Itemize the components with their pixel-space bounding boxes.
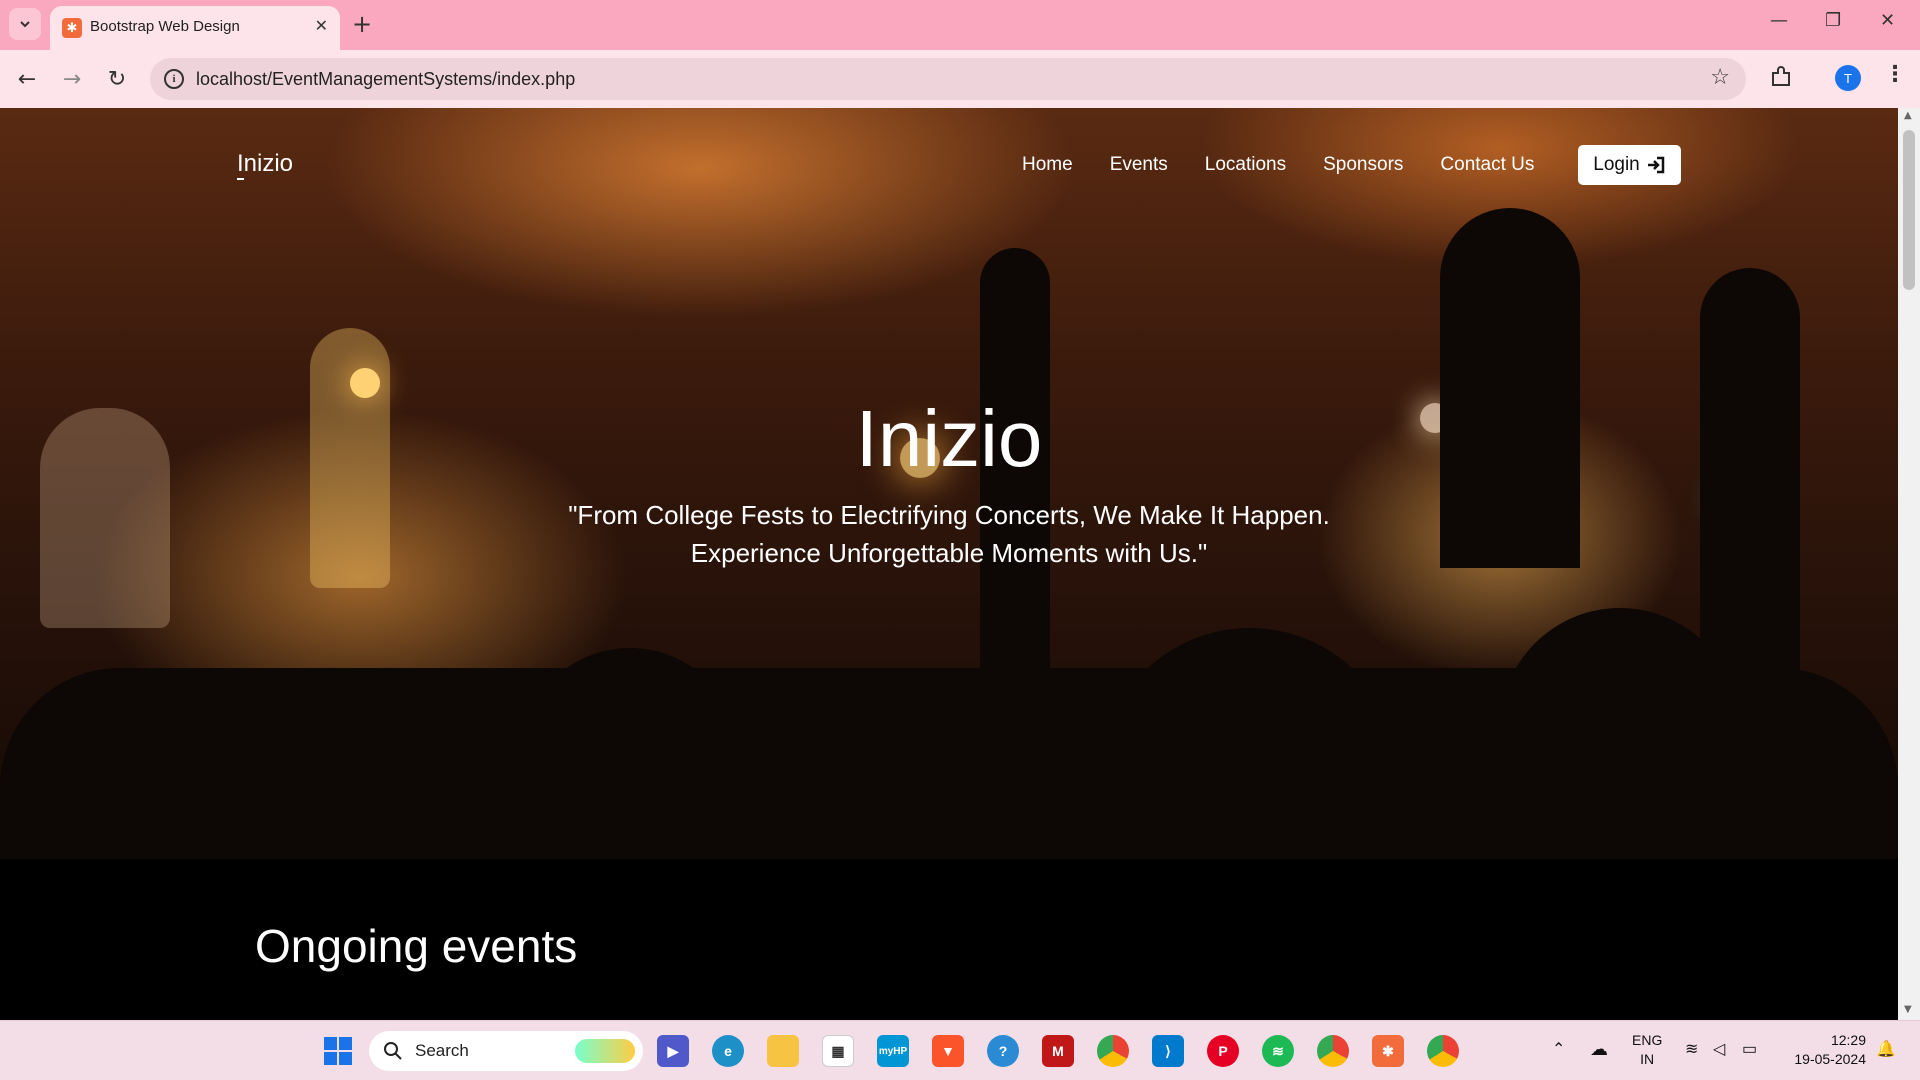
hero-title: Inizio xyxy=(855,394,1043,483)
chrome-active-icon[interactable] xyxy=(1427,1035,1459,1067)
xampp-icon[interactable]: ✱ xyxy=(1372,1035,1404,1067)
login-arrow-icon xyxy=(1647,156,1664,174)
tab-title: Bootstrap Web Design xyxy=(90,18,240,35)
address-bar[interactable]: i localhost/EventManagementSystems/index… xyxy=(150,58,1746,100)
crowd-head xyxy=(1500,608,1740,859)
onedrive-icon[interactable]: ☁ xyxy=(1590,1039,1608,1060)
teams-meet-icon[interactable]: ▶ xyxy=(657,1035,689,1067)
close-window-icon[interactable]: ✕ xyxy=(1880,10,1895,31)
profile-avatar[interactable]: T xyxy=(1835,65,1861,91)
edge-icon[interactable]: e xyxy=(712,1035,744,1067)
bookmark-star-icon[interactable]: ☆ xyxy=(1710,65,1730,90)
browser-tab[interactable]: ✱ Bootstrap Web Design ✕ xyxy=(50,6,340,50)
pinterest-icon[interactable]: P xyxy=(1207,1035,1239,1067)
browser-toolbar: ← → ↻ i localhost/EventManagementSystems… xyxy=(0,50,1920,108)
xampp-favicon-icon: ✱ xyxy=(62,18,82,38)
scroll-thumb[interactable] xyxy=(1903,130,1915,290)
page-scrollbar[interactable]: ▲ ▼ xyxy=(1898,108,1920,1020)
crowd-head xyxy=(1100,628,1400,859)
spotify-icon[interactable]: ≋ xyxy=(1262,1035,1294,1067)
section-title: Ongoing events xyxy=(255,920,578,972)
crowd-head xyxy=(520,648,740,859)
language-line-1: ENG xyxy=(1632,1032,1663,1048)
main-nav: Home Events Locations Sponsors Contact U… xyxy=(1022,154,1534,176)
scroll-up-icon[interactable]: ▲ xyxy=(1904,110,1912,121)
taskbar-search-label: Search xyxy=(415,1041,469,1060)
browser-menu-icon[interactable]: ⋮ xyxy=(1884,62,1906,87)
browser-tab-bar: ✱ Bootstrap Web Design ✕ + — ❐ ✕ xyxy=(0,0,1920,50)
clock-date: 19-05-2024 xyxy=(1794,1051,1866,1067)
page-viewport: Inizio Home Events Locations Sponsors Co… xyxy=(0,108,1898,1020)
wifi-icon[interactable]: ≋ xyxy=(1685,1039,1698,1059)
file-explorer-icon[interactable] xyxy=(767,1035,799,1067)
minimize-icon[interactable]: — xyxy=(1770,10,1788,31)
volume-icon[interactable]: ◁ xyxy=(1713,1039,1725,1059)
windows-taskbar: Search ▶ e ▦ myHP ▼ ? M ⟩ P ≋ ✱ ⌃ ☁ ENG … xyxy=(0,1020,1920,1080)
chevron-up-icon[interactable]: ⌃ xyxy=(1552,1039,1565,1059)
address-url[interactable]: localhost/EventManagementSystems/index.p… xyxy=(196,69,575,90)
nav-link-contact-us[interactable]: Contact Us xyxy=(1440,154,1534,176)
ongoing-events-section: Ongoing events xyxy=(0,859,1898,1020)
clock[interactable]: 12:29 19-05-2024 xyxy=(1782,1031,1866,1069)
brave-icon[interactable]: ▼ xyxy=(932,1035,964,1067)
notification-bell-icon[interactable]: 🔔 xyxy=(1876,1039,1896,1059)
language-indicator[interactable]: ENG IN xyxy=(1632,1031,1662,1069)
windows-start-icon[interactable] xyxy=(322,1035,354,1067)
myhp-icon[interactable]: myHP xyxy=(877,1035,909,1067)
close-tab-icon[interactable]: ✕ xyxy=(315,16,328,35)
reload-icon[interactable]: ↻ xyxy=(102,64,132,94)
taskbar-search[interactable]: Search xyxy=(369,1031,643,1071)
nav-link-events[interactable]: Events xyxy=(1110,154,1168,176)
chrome-icon[interactable] xyxy=(1097,1035,1129,1067)
site-info-icon[interactable]: i xyxy=(164,69,184,89)
language-line-2: IN xyxy=(1640,1051,1655,1067)
login-button[interactable]: Login xyxy=(1578,145,1681,185)
forward-icon[interactable]: → xyxy=(57,64,87,94)
microsoft-store-icon[interactable]: ▦ xyxy=(822,1035,854,1067)
login-button-label: Login xyxy=(1593,154,1640,175)
nav-link-home[interactable]: Home xyxy=(1022,154,1073,176)
search-icon xyxy=(384,1042,402,1060)
tab-search-button[interactable] xyxy=(9,8,41,40)
vscode-icon[interactable]: ⟩ xyxy=(1152,1035,1184,1067)
mcafee-icon[interactable]: M xyxy=(1042,1035,1074,1067)
scroll-down-icon[interactable]: ▼ xyxy=(1904,1004,1912,1015)
nav-link-locations[interactable]: Locations xyxy=(1205,154,1286,176)
extensions-icon[interactable] xyxy=(1768,64,1794,90)
new-tab-button[interactable]: + xyxy=(352,10,372,38)
chevron-down-icon xyxy=(20,21,30,28)
back-icon[interactable]: ← xyxy=(12,64,42,94)
help-icon[interactable]: ? xyxy=(987,1035,1019,1067)
navbar-brand[interactable]: Inizio xyxy=(237,150,293,180)
hero-quote: "From College Fests to Electrifying Conc… xyxy=(0,496,1898,572)
hero-quote-line-2: Experience Unforgettable Moments with Us… xyxy=(690,538,1208,568)
nav-link-sponsors[interactable]: Sponsors xyxy=(1323,154,1403,176)
restore-icon[interactable]: ❐ xyxy=(1825,10,1841,31)
chrome-profile-icon[interactable] xyxy=(1317,1035,1349,1067)
battery-icon[interactable]: ▭ xyxy=(1742,1039,1757,1059)
search-highlight-icon xyxy=(575,1039,635,1063)
hero-quote-line-1: "From College Fests to Electrifying Conc… xyxy=(568,500,1330,530)
hero-section: Inizio Home Events Locations Sponsors Co… xyxy=(0,108,1898,859)
clock-time: 12:29 xyxy=(1830,1032,1866,1048)
